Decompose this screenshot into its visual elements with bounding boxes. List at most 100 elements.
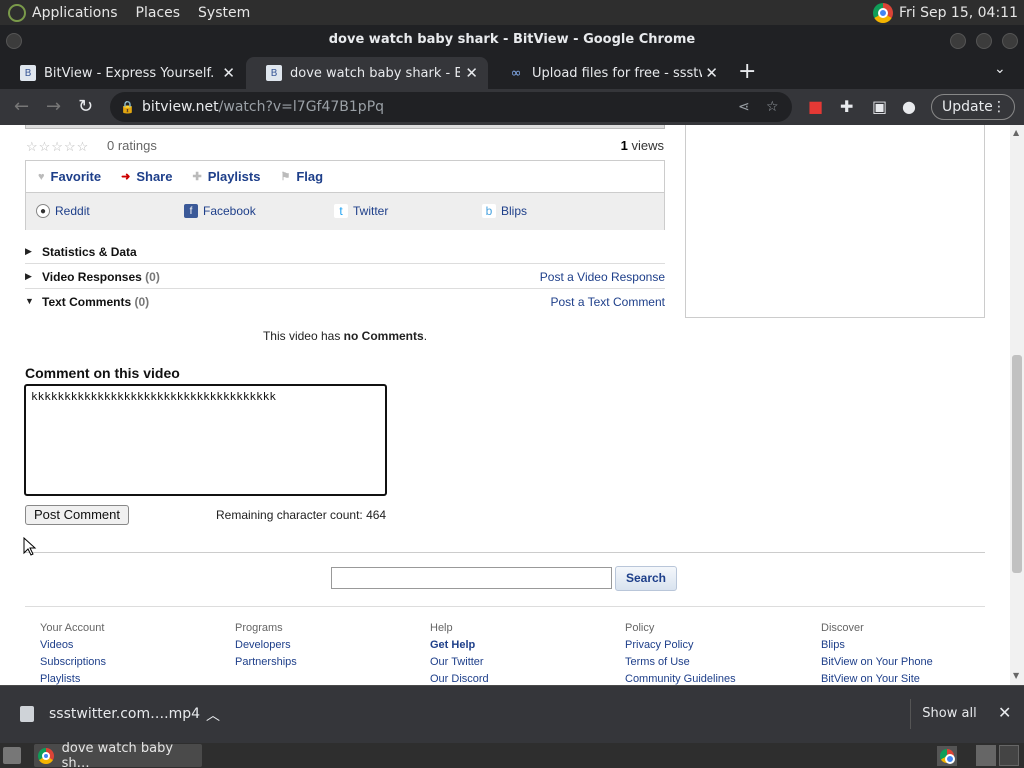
footer-link-videos[interactable]: Videos [40, 639, 106, 651]
new-tab-icon[interactable]: + [738, 59, 756, 84]
footer-link-partnerships[interactable]: Partnerships [235, 656, 297, 668]
share-reddit-link[interactable]: ● Reddit [36, 204, 90, 218]
twitter-label: Twitter [353, 204, 389, 218]
video-responses-label[interactable]: Video Responses (0) [42, 270, 160, 284]
scroll-up-arrow-icon[interactable]: ▲ [1013, 128, 1019, 137]
back-arrow-icon[interactable]: ← [14, 96, 29, 117]
plus-icon: ✚ [192, 171, 202, 183]
footer-link-subscriptions[interactable]: Subscriptions [40, 656, 106, 668]
update-label: Update [942, 99, 993, 115]
extensions-puzzle-icon[interactable]: ✚ [840, 97, 853, 116]
gnome-foot-icon[interactable] [8, 3, 26, 22]
no-comments-bold: no Comments [343, 329, 424, 343]
footer-link-community-guidelines[interactable]: Community Guidelines [625, 673, 736, 685]
footer-link-privacy-policy[interactable]: Privacy Policy [625, 639, 736, 651]
close-window-button[interactable] [1002, 33, 1018, 49]
download-options-chevron-icon[interactable]: ︿ [206, 705, 220, 725]
search-button[interactable]: Search [615, 566, 677, 591]
text-comments-label[interactable]: Text Comments (0) [42, 295, 149, 309]
workspace-2[interactable] [999, 745, 1019, 766]
tab-bitview-home[interactable]: B BitView - Express Yourself. ✕ [0, 57, 245, 89]
share-facebook-link[interactable]: f Facebook [184, 204, 256, 218]
close-tab-icon[interactable]: ✕ [465, 64, 478, 82]
footer-link-get-help[interactable]: Get Help [430, 639, 489, 651]
tab-search-chevron-icon[interactable]: ⌄ [994, 61, 1006, 77]
window-menu-button[interactable] [6, 33, 22, 49]
favorite-button[interactable]: ♥ Favorite [38, 169, 101, 184]
chrome-launcher-icon[interactable] [872, 2, 893, 23]
workspace-1[interactable] [976, 745, 996, 766]
flag-button[interactable]: ⚑ Flag [280, 169, 323, 184]
close-tab-icon[interactable]: ✕ [705, 64, 718, 82]
share-twitter-link[interactable]: t Twitter [334, 204, 388, 218]
close-tab-icon[interactable]: ✕ [222, 64, 235, 82]
scroll-down-arrow-icon[interactable]: ▼ [1013, 671, 1019, 680]
profile-avatar-icon[interactable]: ● [902, 97, 916, 116]
footer-link-terms-of-use[interactable]: Terms of Use [625, 656, 736, 668]
footer-link-blips[interactable]: Blips [821, 639, 933, 651]
text-comments-count: (0) [134, 295, 150, 309]
post-video-response-link[interactable]: Post a Video Response [540, 270, 665, 284]
facebook-label: Facebook [203, 204, 256, 218]
share-button[interactable]: ➜ Share [121, 169, 172, 184]
footer-heading: Your Account [40, 622, 105, 634]
clock[interactable]: Fri Sep 15, 04:11 [899, 5, 1018, 21]
places-menu[interactable]: Places [136, 5, 181, 21]
lock-icon[interactable]: 🔒 [120, 92, 135, 122]
system-menu[interactable]: System [198, 5, 250, 21]
expand-triangle-icon[interactable]: ▶ [25, 271, 32, 282]
no-comments-message: This video has no Comments. [0, 329, 690, 343]
forward-arrow-icon[interactable]: → [46, 96, 61, 117]
more-menu-icon[interactable]: ⋮ [992, 95, 1006, 119]
reload-icon[interactable]: ↻ [78, 96, 93, 117]
video-actions-box: ♥ Favorite ➜ Share ✚ Playlists ⚑ Flag ● Reddi… [25, 160, 665, 230]
side-panel-icon[interactable]: ▣ [872, 97, 887, 116]
comment-heading: Comment on this video [25, 365, 180, 381]
tab-title: Upload files for free - ssstwitter [532, 65, 702, 81]
playlists-label: Playlists [207, 169, 261, 184]
statistics-section[interactable]: ▶ Statistics & Data [25, 239, 665, 264]
statistics-label[interactable]: Statistics & Data [42, 245, 137, 259]
post-comment-button[interactable]: Post Comment [25, 505, 129, 525]
search-input[interactable] [331, 567, 612, 589]
show-all-downloads-button[interactable]: Show all [910, 699, 988, 729]
footer-link-our-twitter[interactable]: Our Twitter [430, 656, 489, 668]
scrollbar-thumb[interactable] [1012, 355, 1022, 573]
applications-menu[interactable]: Applications [32, 5, 118, 21]
tab-dove-watch[interactable]: B dove watch baby shark - BitView ✕ [246, 57, 488, 89]
footer-link-playlists[interactable]: Playlists [40, 673, 106, 685]
collapse-triangle-icon[interactable]: ▼ [25, 296, 34, 306]
minimize-button[interactable] [950, 33, 966, 49]
comment-textarea[interactable]: kkkkkkkkkkkkkkkkkkkkkkkkkkkkkkkkkkkkk [24, 384, 387, 496]
footer-link-our-discord[interactable]: Our Discord [430, 673, 489, 685]
share-label: Share [136, 169, 173, 184]
address-bar[interactable]: 🔒 bitview.net/watch?v=l7Gf47B1pPq ⋖ ☆ [110, 92, 792, 122]
page-scrollbar[interactable]: ▲ ▼ [1010, 125, 1024, 685]
tab-ssstwitter[interactable]: ∞ Upload files for free - ssstwitter ✕ [488, 57, 728, 89]
post-text-comment-link[interactable]: Post a Text Comment [551, 295, 666, 309]
footer-link-bitview-phone[interactable]: BitView on Your Phone [821, 656, 933, 668]
share-blips-link[interactable]: b Blips [482, 204, 527, 218]
share-icon[interactable]: ⋖ [738, 92, 750, 122]
footer-link-developers[interactable]: Developers [235, 639, 297, 651]
maximize-button[interactable] [976, 33, 992, 49]
extension-red-icon[interactable]: ■ [808, 97, 823, 116]
close-download-shelf-icon[interactable]: ✕ [998, 703, 1011, 722]
taskbar-chrome-window[interactable]: dove watch baby sh… [34, 741, 202, 768]
playlists-button[interactable]: ✚ Playlists [192, 169, 260, 184]
expand-triangle-icon[interactable]: ▶ [25, 246, 32, 257]
reddit-icon: ● [36, 204, 50, 218]
flag-label: Flag [296, 169, 324, 184]
text-comments-section[interactable]: ▼ Text Comments (0) Post a Text Comment [25, 289, 665, 314]
share-arrow-icon: ➜ [121, 171, 131, 183]
rating-stars[interactable]: ☆☆☆☆☆ [26, 139, 89, 155]
bookmark-star-icon[interactable]: ☆ [766, 92, 779, 122]
download-filename[interactable]: ssstwitter.com….mp4 [49, 706, 200, 722]
tray-chrome-icon[interactable] [937, 746, 957, 766]
show-desktop-icon[interactable] [3, 747, 21, 764]
update-button[interactable]: Update ⋮ [931, 94, 1015, 120]
video-responses-section[interactable]: ▶ Video Responses (0) Post a Video Respo… [25, 264, 665, 289]
views-number: 1 [620, 138, 628, 153]
mouse-cursor-icon [23, 537, 37, 556]
footer-link-bitview-site[interactable]: BitView on Your Site [821, 673, 933, 685]
